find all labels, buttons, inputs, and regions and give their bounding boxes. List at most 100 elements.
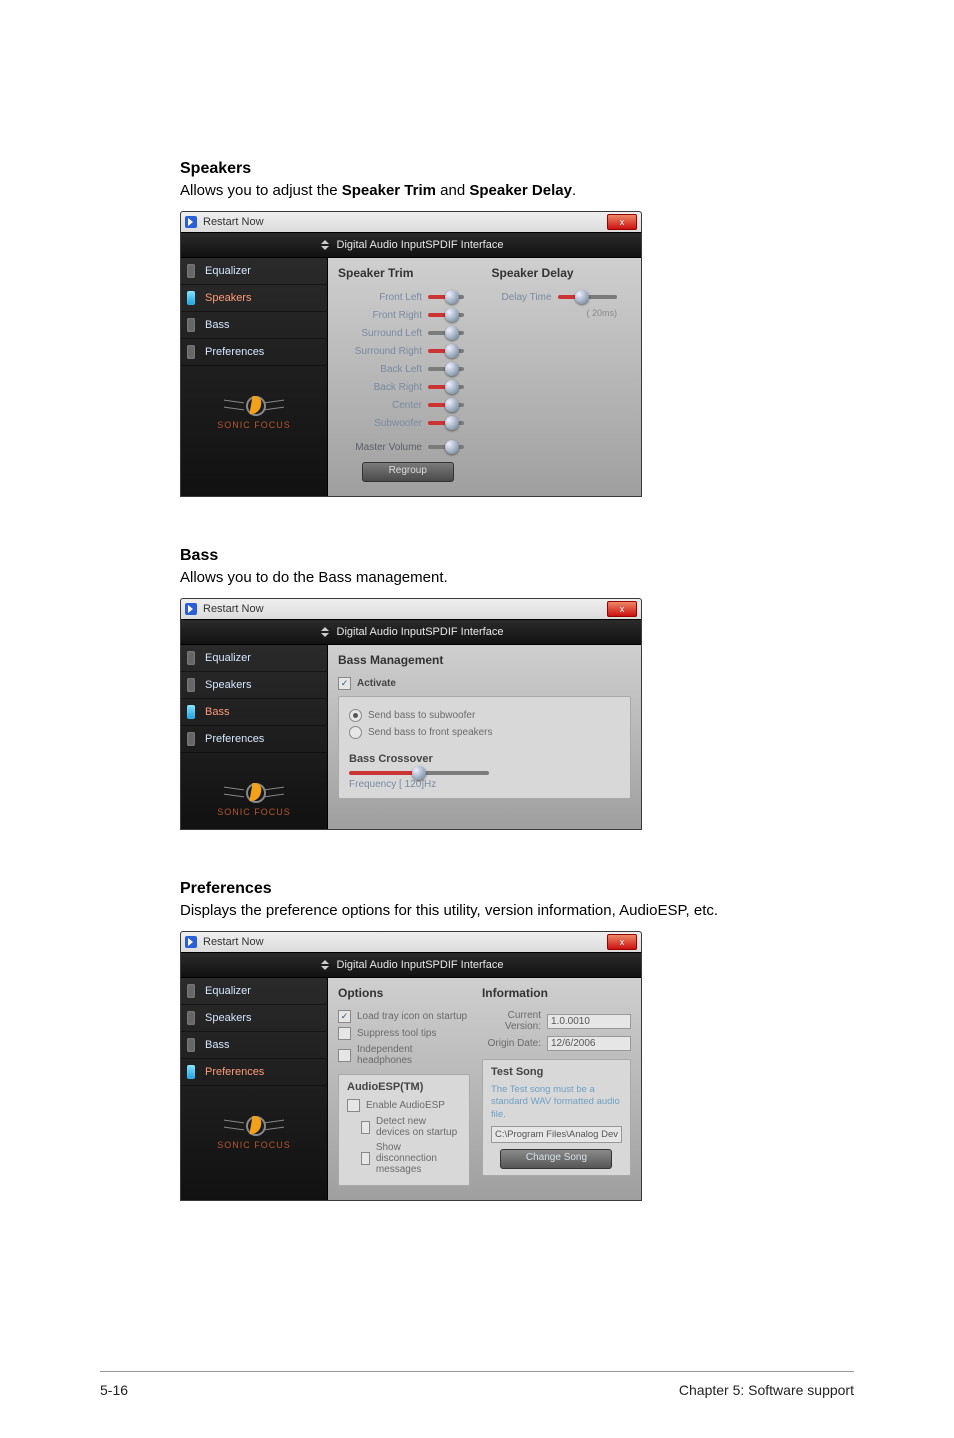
spinner-icon[interactable] [319, 626, 331, 638]
slider-track[interactable] [428, 421, 464, 425]
spinner-icon[interactable] [319, 959, 331, 971]
titlebar[interactable]: Restart Now x [181, 932, 641, 952]
slider-track[interactable] [428, 313, 464, 317]
checkbox-esp-disc[interactable] [361, 1152, 370, 1165]
sidebar-label: Preferences [205, 346, 264, 358]
esp-detect-row[interactable]: Detect new devices on startup [347, 1116, 461, 1138]
checkbox-hp[interactable] [338, 1049, 351, 1062]
slider-track[interactable] [558, 295, 618, 299]
checkbox-esp-enable[interactable] [347, 1099, 360, 1112]
channel-label: Surround Left [338, 328, 422, 339]
slider-thumb[interactable] [445, 326, 459, 340]
led-icon [187, 264, 195, 278]
slider-thumb[interactable] [412, 766, 426, 780]
speakers-window: Restart Now x Digital Audio InputSPDIF I… [180, 211, 642, 497]
esp-enable-row[interactable]: Enable AudioESP [347, 1099, 461, 1112]
checkbox-label: Load tray icon on startup [357, 1011, 467, 1022]
bass-window: Restart Now x Digital Audio InputSPDIF I… [180, 598, 642, 830]
sidebar-item-preferences[interactable]: Preferences [181, 726, 327, 753]
bass-heading: Bass [180, 547, 854, 565]
radio-label: Send bass to subwoofer [368, 710, 475, 721]
device-label: Digital Audio InputSPDIF Interface [337, 626, 504, 638]
prefs-content: Options ✓Load tray icon on startup Suppr… [328, 978, 641, 1200]
device-label: Digital Audio InputSPDIF Interface [337, 959, 504, 971]
slider-thumb[interactable] [445, 416, 459, 430]
opt-hp-row[interactable]: Independent headphones [338, 1044, 470, 1066]
sidebar-item-preferences[interactable]: Preferences [181, 1059, 327, 1086]
slider-track[interactable] [428, 403, 464, 407]
titlebar[interactable]: Restart Now x [181, 599, 641, 619]
slider-thumb[interactable] [575, 290, 589, 304]
channel-label: Back Right [338, 382, 422, 393]
send-subwoofer-row[interactable]: Send bass to subwoofer [349, 709, 620, 722]
slider-thumb[interactable] [445, 440, 459, 454]
crossover-slider[interactable] [349, 771, 489, 775]
crossover-heading: Bass Crossover [349, 753, 620, 765]
activate-checkbox[interactable]: ✓ [338, 677, 351, 690]
led-icon [187, 705, 195, 719]
channel-label: Center [338, 400, 422, 411]
radio-subwoofer[interactable] [349, 709, 362, 722]
device-selector[interactable]: Digital Audio InputSPDIF Interface [181, 232, 641, 258]
slider-track[interactable] [428, 385, 464, 389]
checkbox-tips[interactable] [338, 1027, 351, 1040]
change-song-button[interactable]: Change Song [500, 1149, 612, 1169]
send-front-row[interactable]: Send bass to front speakers [349, 726, 620, 739]
trim-back-left: Back Left [338, 360, 478, 378]
slider-track[interactable] [428, 331, 464, 335]
sidebar-item-preferences[interactable]: Preferences [181, 339, 327, 366]
close-button[interactable]: x [607, 214, 637, 230]
spinner-icon[interactable] [319, 239, 331, 251]
sidebar-label: Speakers [205, 1012, 251, 1024]
checkbox-label: Enable AudioESP [366, 1100, 445, 1111]
sidebar-item-equalizer[interactable]: Equalizer [181, 258, 327, 285]
led-icon [187, 345, 195, 359]
device-selector[interactable]: Digital Audio InputSPDIF Interface [181, 952, 641, 978]
close-button[interactable]: x [607, 601, 637, 617]
channel-label: Master Volume [338, 442, 422, 453]
test-song-path[interactable]: C:\Program Files\Analog Dev [491, 1126, 622, 1143]
checkbox-label: Suppress tool tips [357, 1028, 437, 1039]
checkbox-esp-detect[interactable] [361, 1121, 370, 1134]
trim-surround-right: Surround Right [338, 342, 478, 360]
led-icon [187, 291, 195, 305]
slider-track[interactable] [428, 295, 464, 299]
opt-tips-row[interactable]: Suppress tool tips [338, 1027, 470, 1040]
slider-thumb[interactable] [445, 308, 459, 322]
sidebar-item-equalizer[interactable]: Equalizer [181, 978, 327, 1005]
esp-disc-row[interactable]: Show disconnection messages [347, 1142, 461, 1175]
titlebar[interactable]: Restart Now x [181, 212, 641, 232]
sidebar-item-equalizer[interactable]: Equalizer [181, 645, 327, 672]
radio-front[interactable] [349, 726, 362, 739]
bass-content: Bass Management ✓ Activate Send bass to … [328, 645, 641, 829]
brand: SONIC FOCUS [181, 753, 327, 829]
window-title: Restart Now [203, 936, 264, 948]
device-selector[interactable]: Digital Audio InputSPDIF Interface [181, 619, 641, 645]
sidebar-label: Speakers [205, 679, 251, 691]
sidebar-item-speakers[interactable]: Speakers [181, 672, 327, 699]
app-icon [185, 603, 197, 615]
sidebar-item-speakers[interactable]: Speakers [181, 285, 327, 312]
activate-row[interactable]: ✓ Activate [338, 677, 631, 690]
device-label: Digital Audio InputSPDIF Interface [337, 239, 504, 251]
trim-back-right: Back Right [338, 378, 478, 396]
regroup-button[interactable]: Regroup [362, 462, 454, 482]
slider-track[interactable] [428, 445, 464, 449]
slider-thumb[interactable] [445, 290, 459, 304]
sidebar-item-speakers[interactable]: Speakers [181, 1005, 327, 1032]
checkbox-label: Detect new devices on startup [376, 1116, 461, 1138]
slider-thumb[interactable] [445, 398, 459, 412]
slider-thumb[interactable] [445, 362, 459, 376]
sidebar-item-bass[interactable]: Bass [181, 699, 327, 726]
slider-track[interactable] [428, 349, 464, 353]
checkbox-tray[interactable]: ✓ [338, 1010, 351, 1023]
audioesp-group: AudioESP(TM) Enable AudioESP Detect new … [338, 1074, 470, 1186]
close-button[interactable]: x [607, 934, 637, 950]
led-icon [187, 1011, 195, 1025]
sidebar-item-bass[interactable]: Bass [181, 1032, 327, 1059]
slider-track[interactable] [428, 367, 464, 371]
sidebar-item-bass[interactable]: Bass [181, 312, 327, 339]
slider-thumb[interactable] [445, 380, 459, 394]
opt-tray-row[interactable]: ✓ Load tray icon on startup [338, 1010, 470, 1023]
slider-thumb[interactable] [445, 344, 459, 358]
